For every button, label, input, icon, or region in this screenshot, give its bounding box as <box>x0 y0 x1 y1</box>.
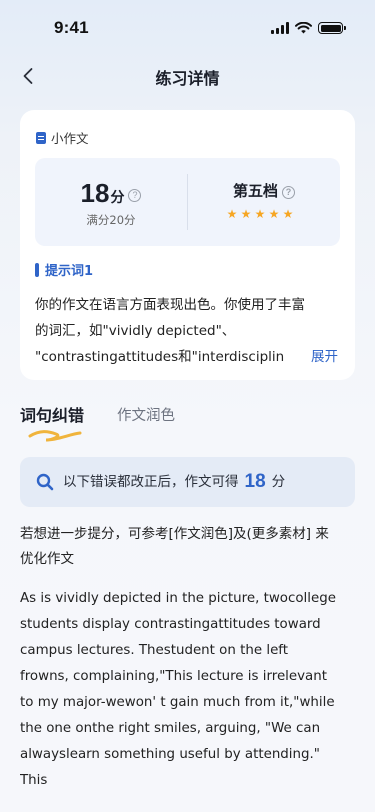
level-help-icon[interactable]: ? <box>282 186 295 199</box>
status-icons <box>271 22 346 34</box>
essay-line: students display contrastingattitudes to… <box>20 617 321 632</box>
feedback-line: "contrastingattitudes和"interdisciplin <box>35 349 285 365</box>
feedback-line: 你的作文在语言方面表现出色。你使用了丰富 <box>35 297 305 313</box>
search-icon <box>36 473 54 491</box>
star-icon: ★ <box>282 207 294 221</box>
tab-bar: 词句纠错 作文润色 <box>20 402 355 446</box>
score-full-marks: 满分20分 <box>86 213 136 227</box>
essay-text: As is vividly depicted in the picture, t… <box>20 586 360 794</box>
level-label: 第五档 <box>232 182 278 200</box>
tip-line: 若想进一步提分，可参考[作文润色]及(更多素材] 来 <box>20 526 329 542</box>
essay-line: the one onthe right smiles, arguing, "We… <box>20 721 321 736</box>
tab-sentence-correction[interactable]: 词句纠错 <box>20 402 84 426</box>
level-section: 第五档? ★ ★ ★ ★ ★ <box>188 158 340 246</box>
essay-line: alwayslearn something useful by attendin… <box>20 747 320 762</box>
tab-essay-polish[interactable]: 作文润色 <box>117 404 175 425</box>
cellular-signal-icon <box>271 22 289 34</box>
essay-line: As is vividly depicted in the picture, t… <box>20 591 336 606</box>
score-unit: 分 <box>110 190 125 206</box>
star-icon: ★ <box>226 207 238 221</box>
star-icon: ★ <box>240 207 252 221</box>
essay-type-label: 小作文 <box>51 131 89 146</box>
banner-text: 以下错误都改正后，作文可得 18 分 <box>63 457 285 507</box>
score-help-icon[interactable]: ? <box>128 189 142 202</box>
banner-score: 18 <box>244 471 266 492</box>
hint-marker <box>35 262 39 277</box>
essay-line: frowns, complaining,"This lecture is irr… <box>20 669 328 684</box>
status-bar: 9:41 <box>0 0 375 54</box>
score-panel: 18分? 满分20分 第五档? ★ ★ ★ ★ ★ <box>35 158 340 246</box>
hint-title: 提示词1 <box>45 264 94 279</box>
banner-prefix: 以下错误都改正后，作文可得 <box>63 474 239 490</box>
page-title: 练习详情 <box>155 69 220 88</box>
essay-line: This <box>20 773 48 788</box>
score-value: 18 <box>80 178 110 208</box>
banner-suffix: 分 <box>271 474 286 490</box>
star-icon: ★ <box>254 207 266 221</box>
star-icon: ★ <box>268 207 280 221</box>
tip-line: 优化作文 <box>20 551 74 567</box>
essay-line: campus lectures. Thestudent on the left <box>20 643 289 658</box>
summary-card: 小作文 18分? 满分20分 第五档? ★ ★ ★ ★ ★ 提示词1 你的作文在语言方面… <box>20 110 355 380</box>
nav-bar: 练习详情 <box>0 58 375 94</box>
score-section: 18分? 满分20分 <box>35 158 187 246</box>
essay-line: to my major-wewon' t gain much from it,"… <box>20 695 335 710</box>
expand-link[interactable]: 展开 <box>311 344 338 370</box>
document-icon <box>36 131 46 144</box>
level-stars: ★ ★ ★ ★ ★ <box>226 208 294 220</box>
hint-heading: 提示词1 <box>35 260 93 279</box>
feedback-line: 的词汇，如"vividly depicted"、 <box>35 323 236 339</box>
status-time: 9:41 <box>54 18 89 37</box>
tab-active-indicator <box>28 430 82 442</box>
improvement-tip: 若想进一步提分，可参考[作文润色]及(更多素材] 来 优化作文 <box>20 522 360 572</box>
essay-type-tag: 小作文 <box>36 128 89 147</box>
feedback-text: 你的作文在语言方面表现出色。你使用了丰富 的词汇，如"vividly depic… <box>35 292 340 370</box>
wifi-icon <box>295 22 312 34</box>
correction-banner: 以下错误都改正后，作文可得 18 分 <box>20 457 355 507</box>
battery-icon <box>318 22 346 34</box>
